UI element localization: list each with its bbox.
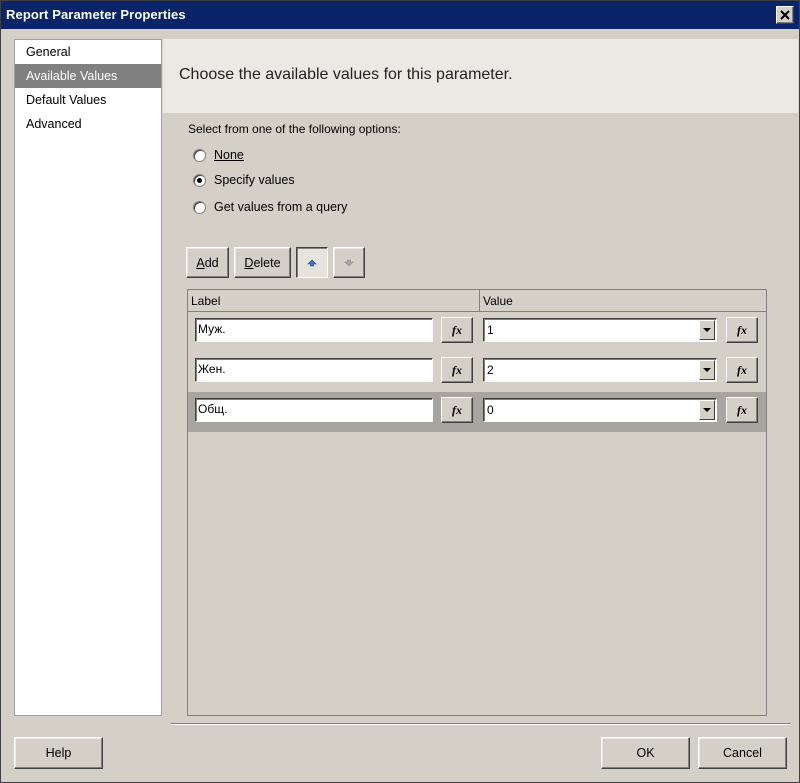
ok-button[interactable]: OK — [601, 737, 690, 769]
chevron-down-icon[interactable] — [699, 400, 715, 420]
page-heading: Choose the available values for this par… — [179, 66, 513, 83]
radio-specify-values-label: Specify values — [214, 173, 295, 187]
move-up-button[interactable] — [296, 247, 328, 278]
label-expression-button[interactable]: fx — [441, 357, 473, 383]
label-expression-button[interactable]: fx — [441, 397, 473, 423]
grid-header: Label Value — [188, 290, 766, 312]
radio-get-values-query[interactable]: Get values from a query — [193, 198, 347, 216]
arrow-down-icon — [344, 259, 354, 267]
value-combo[interactable]: 2 — [483, 358, 717, 382]
report-parameter-properties-dialog: Report Parameter Properties General Avai… — [0, 0, 800, 783]
table-row[interactable]: Общ. fx 0 fx — [188, 392, 766, 432]
column-header-label[interactable]: Label — [188, 290, 480, 312]
cancel-button[interactable]: Cancel — [698, 737, 787, 769]
page-nav: General Available Values Default Values … — [14, 39, 162, 716]
radio-specify-values-indicator[interactable] — [193, 173, 206, 187]
function-icon: fx — [452, 403, 462, 417]
label-input[interactable]: Общ. — [195, 398, 433, 422]
radio-get-values-query-indicator[interactable] — [193, 200, 206, 214]
value-combo[interactable]: 0 — [483, 398, 717, 422]
values-grid: Label Value Муж. fx 1 fx Жен. fx 2 fx Об… — [187, 289, 767, 716]
title-bar: Report Parameter Properties — [1, 1, 799, 29]
nav-item-available-values[interactable]: Available Values — [15, 64, 161, 88]
chevron-down-icon[interactable] — [699, 360, 715, 380]
label-expression-button[interactable]: fx — [441, 317, 473, 343]
radio-get-values-query-label: Get values from a query — [214, 200, 348, 214]
radio-none-text: None — [214, 148, 244, 162]
label-input[interactable]: Муж. — [195, 318, 433, 342]
close-icon — [780, 10, 790, 20]
delete-button[interactable]: Delete — [234, 247, 291, 278]
add-button[interactable]: Add — [186, 247, 229, 278]
value-text: 1 — [487, 323, 494, 337]
function-icon: fx — [737, 403, 747, 417]
options-title: Select from one of the following options… — [188, 122, 401, 136]
value-expression-button[interactable]: fx — [726, 317, 758, 343]
value-expression-button[interactable]: fx — [726, 397, 758, 423]
chevron-down-icon[interactable] — [699, 320, 715, 340]
radio-specify-values[interactable]: Specify values — [193, 171, 295, 189]
function-icon: fx — [452, 323, 462, 337]
value-combo[interactable]: 1 — [483, 318, 717, 342]
function-icon: fx — [737, 323, 747, 337]
nav-item-default-values[interactable]: Default Values — [15, 88, 161, 112]
help-button[interactable]: Help — [14, 737, 103, 769]
move-down-button[interactable] — [333, 247, 365, 278]
window-title: Report Parameter Properties — [6, 7, 186, 22]
value-expression-button[interactable]: fx — [726, 357, 758, 383]
radio-none[interactable]: None — [193, 146, 244, 164]
content-header: Choose the available values for this par… — [163, 39, 798, 113]
function-icon: fx — [452, 363, 462, 377]
footer-divider — [171, 723, 791, 725]
radio-none-indicator[interactable] — [193, 148, 206, 162]
function-icon: fx — [737, 363, 747, 377]
label-input[interactable]: Жен. — [195, 358, 433, 382]
value-text: 2 — [487, 363, 494, 377]
arrow-up-icon — [307, 259, 317, 267]
value-text: 0 — [487, 403, 494, 417]
nav-item-advanced[interactable]: Advanced — [15, 112, 161, 136]
radio-none-label: None — [214, 148, 244, 162]
close-button[interactable] — [776, 6, 794, 24]
table-row[interactable]: Муж. fx 1 fx — [188, 312, 766, 352]
column-header-value[interactable]: Value — [480, 290, 766, 312]
table-row[interactable]: Жен. fx 2 fx — [188, 352, 766, 392]
nav-item-general[interactable]: General — [15, 40, 161, 64]
